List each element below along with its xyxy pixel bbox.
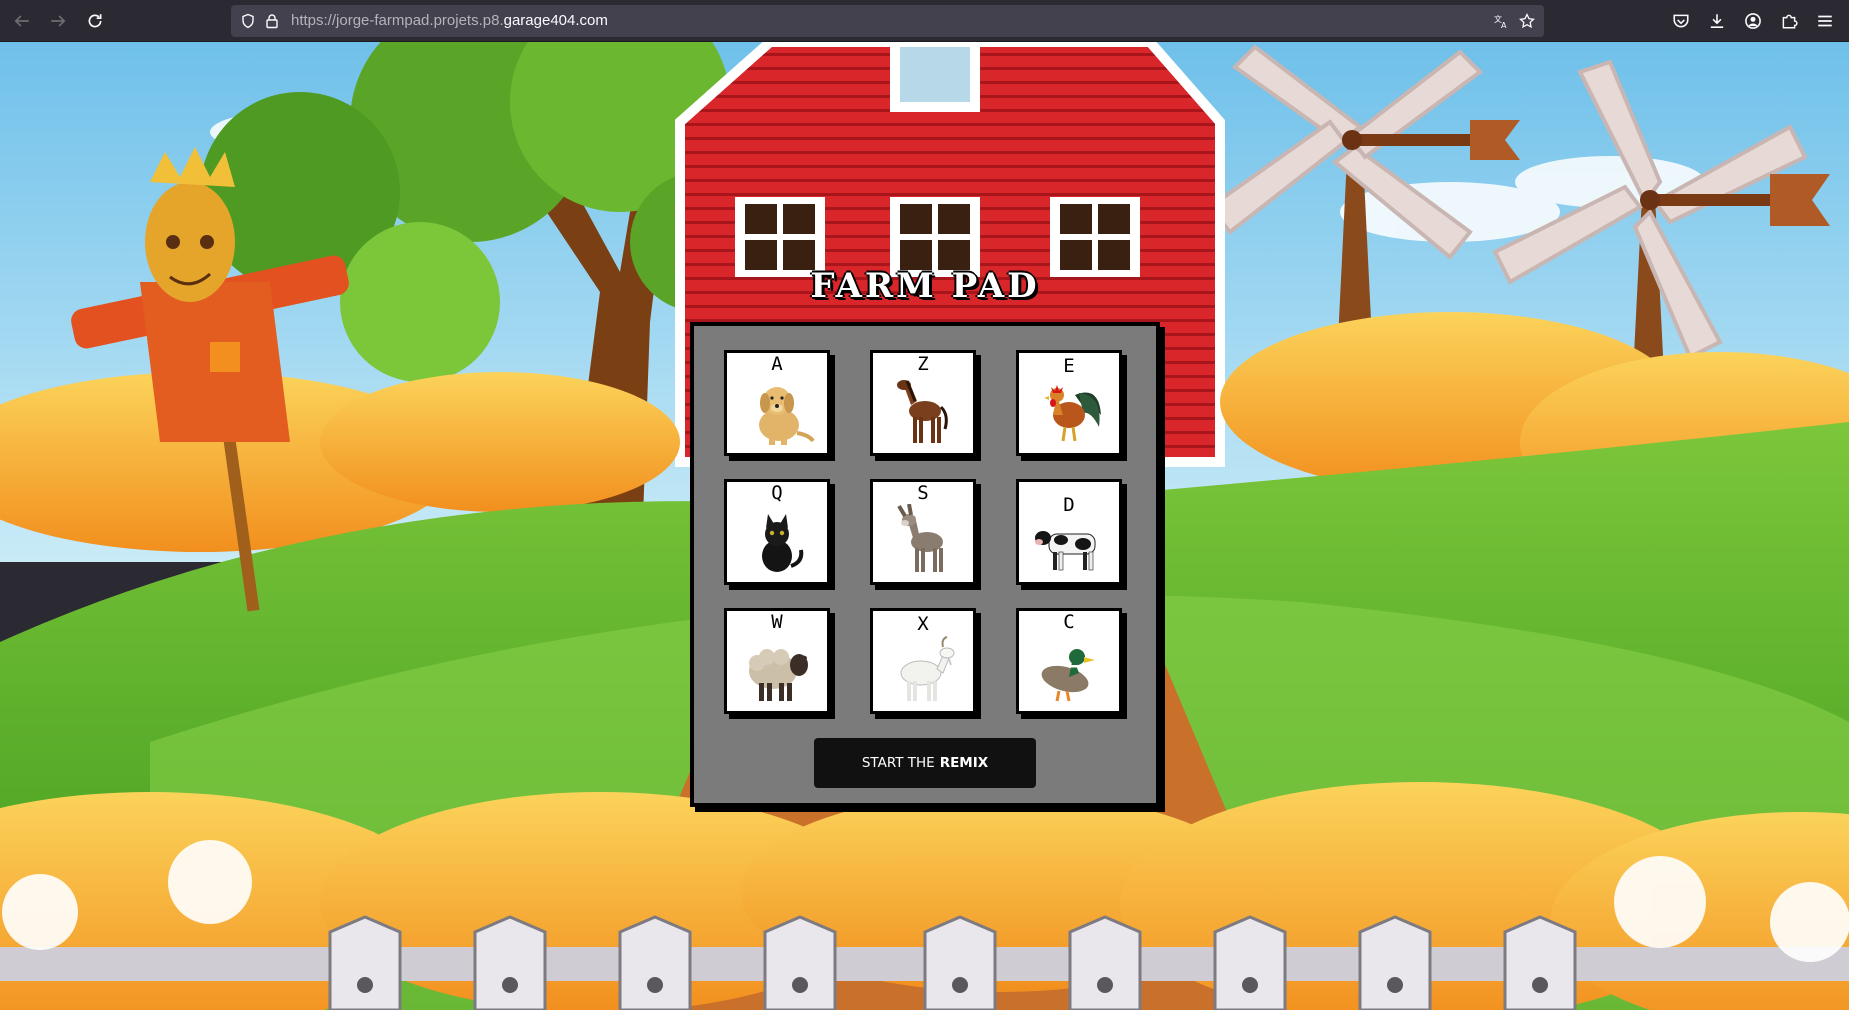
start-remix-button[interactable]: START THE REMIX — [814, 738, 1036, 788]
url-prefix: https://jorge-farmpad.projets.p8. — [291, 12, 504, 29]
goat-icon — [900, 636, 955, 701]
pad-key-donkey[interactable]: S — [870, 479, 976, 585]
menu-icon[interactable] — [1814, 10, 1836, 32]
cat-icon — [762, 514, 804, 572]
rooster-icon — [1044, 385, 1101, 442]
url-text[interactable]: https://jorge-farmpad.projets.p8.garage4… — [291, 12, 608, 29]
cow-icon — [1035, 531, 1096, 571]
pad-key-goat[interactable]: X — [870, 608, 976, 714]
translate-icon[interactable]: 文A — [1492, 12, 1510, 30]
sound-pad-panel: A Z E Q S D W X C START THE REMIX — [690, 322, 1160, 807]
account-icon[interactable] — [1742, 10, 1764, 32]
key-letter: A — [771, 353, 783, 375]
key-letter: W — [771, 611, 783, 633]
pad-key-dog[interactable]: A — [724, 350, 830, 456]
key-letter: X — [917, 613, 929, 635]
horse-icon — [897, 380, 948, 443]
download-icon[interactable] — [1706, 10, 1728, 32]
reload-icon[interactable] — [83, 9, 107, 33]
svg-text:A: A — [1501, 21, 1507, 29]
bookmark-star-icon[interactable] — [1518, 12, 1536, 30]
donkey-icon — [897, 504, 943, 572]
forward-icon[interactable] — [46, 9, 70, 33]
key-letter: E — [1063, 355, 1075, 377]
dog-icon — [759, 387, 815, 445]
key-letter: C — [1063, 611, 1075, 633]
app-title: FARM PAD — [810, 266, 1040, 306]
back-icon[interactable] — [10, 9, 34, 33]
start-button-emphasis: REMIX — [939, 755, 989, 771]
pad-key-cat[interactable]: Q — [724, 479, 830, 585]
duck-icon — [1041, 649, 1095, 702]
key-letter: Z — [917, 353, 929, 375]
key-letter: Q — [771, 482, 783, 504]
url-bar[interactable]: https://jorge-farmpad.projets.p8.garage4… — [231, 5, 1544, 37]
page-viewport: FARM PAD A Z E Q S D W X C START THE REM… — [0, 42, 1849, 1010]
pad-key-sheep[interactable]: W — [724, 608, 830, 714]
browser-toolbar: https://jorge-farmpad.projets.p8.garage4… — [0, 0, 1849, 42]
extensions-icon[interactable] — [1778, 10, 1800, 32]
start-button-prefix: START THE — [861, 755, 935, 771]
pad-key-duck[interactable]: C — [1016, 608, 1122, 714]
lock-icon[interactable] — [263, 12, 281, 30]
sheep-icon — [749, 649, 808, 701]
key-letter: S — [917, 482, 929, 504]
pocket-icon[interactable] — [1670, 10, 1692, 32]
pad-key-horse[interactable]: Z — [870, 350, 976, 456]
pad-key-cow[interactable]: D — [1016, 479, 1122, 585]
pad-key-rooster[interactable]: E — [1016, 350, 1122, 456]
url-domain: garage404.com — [503, 12, 608, 29]
shield-icon[interactable] — [239, 12, 257, 30]
